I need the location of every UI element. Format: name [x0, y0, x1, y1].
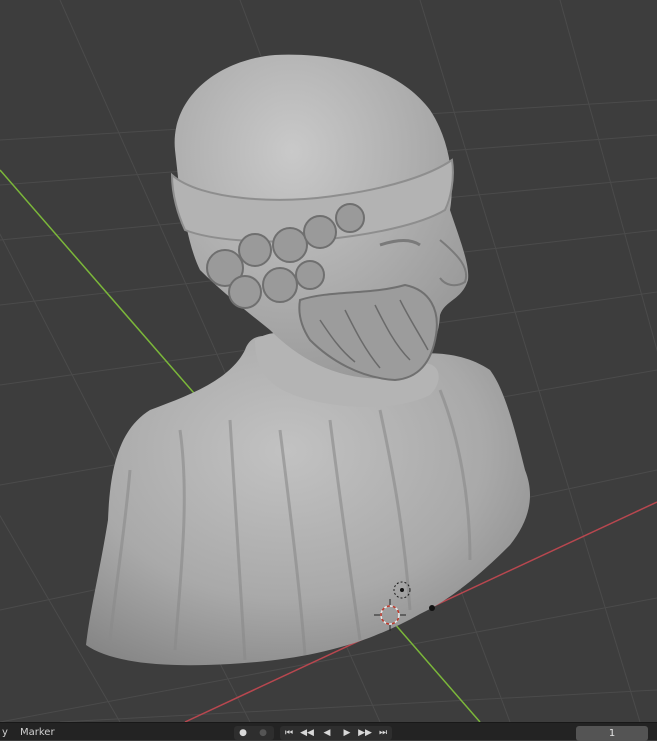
play-icon[interactable]: ▶ [340, 727, 354, 739]
jump-to-end-icon[interactable]: ⏭ [376, 727, 390, 739]
dot-icon[interactable]: ● [236, 727, 250, 739]
3d-viewport[interactable] [0, 0, 657, 722]
timeline-header: y Marker ● ● ⏮ ◀◀ ◀ ▶ ▶▶ ⏭ 1 [0, 722, 657, 741]
previous-keyframe-icon[interactable]: ◀◀ [300, 727, 314, 739]
bust-mesh[interactable] [86, 54, 530, 666]
current-frame-field[interactable]: 1 [576, 726, 648, 741]
viewport-canvas [0, 0, 657, 722]
next-keyframe-icon[interactable]: ▶▶ [358, 727, 372, 739]
play-reverse-icon[interactable]: ◀ [320, 727, 334, 739]
jump-to-start-icon[interactable]: ⏮ [282, 727, 296, 739]
origin-dot [429, 605, 435, 611]
view-menu[interactable]: y [2, 727, 8, 738]
keyframe-type-icon[interactable]: ● [256, 727, 270, 739]
marker-menu[interactable]: Marker [20, 727, 55, 738]
